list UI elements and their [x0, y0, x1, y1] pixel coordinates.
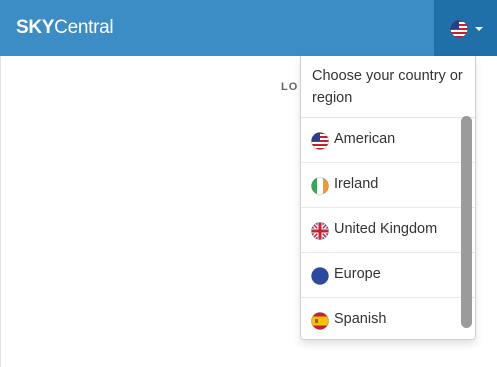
- uk-flag-icon: [311, 222, 329, 240]
- dropdown-scrollbar[interactable]: [461, 116, 472, 328]
- ireland-flag-icon: [311, 177, 329, 195]
- top-navbar: SKYCentral: [0, 0, 497, 56]
- country-option-label: United Kingdom: [334, 221, 438, 237]
- country-option-spanish[interactable]: Spanish: [301, 298, 475, 339]
- content-border: [0, 56, 1, 367]
- country-option-united-kingdom[interactable]: United Kingdom: [301, 208, 475, 253]
- login-label-partial[interactable]: LO: [281, 81, 298, 93]
- us-flag-icon: [450, 20, 468, 38]
- brand-logo-bold: SKY: [16, 17, 55, 38]
- country-selector-toggle[interactable]: [434, 0, 497, 56]
- spain-flag-icon: [311, 312, 329, 330]
- chevron-down-icon: [475, 27, 483, 31]
- country-option-label: Ireland: [334, 176, 379, 192]
- country-option-europe[interactable]: Europe: [301, 253, 475, 298]
- country-option-label: Spanish: [334, 311, 387, 327]
- eu-flag-icon: [311, 267, 329, 285]
- country-option-label: Europe: [334, 266, 381, 282]
- brand-logo[interactable]: SKYCentral: [16, 17, 114, 39]
- country-list: American Ireland United Kingdom Europe S…: [301, 118, 475, 339]
- brand-logo-light: Central: [54, 17, 114, 38]
- country-option-label: American: [334, 131, 396, 147]
- country-option-american[interactable]: American: [301, 118, 475, 163]
- dropdown-header: Choose your country or region: [301, 56, 475, 118]
- country-dropdown-menu: Choose your country or region American I…: [300, 56, 476, 340]
- us-flag-icon: [311, 132, 329, 150]
- country-option-ireland[interactable]: Ireland: [301, 163, 475, 208]
